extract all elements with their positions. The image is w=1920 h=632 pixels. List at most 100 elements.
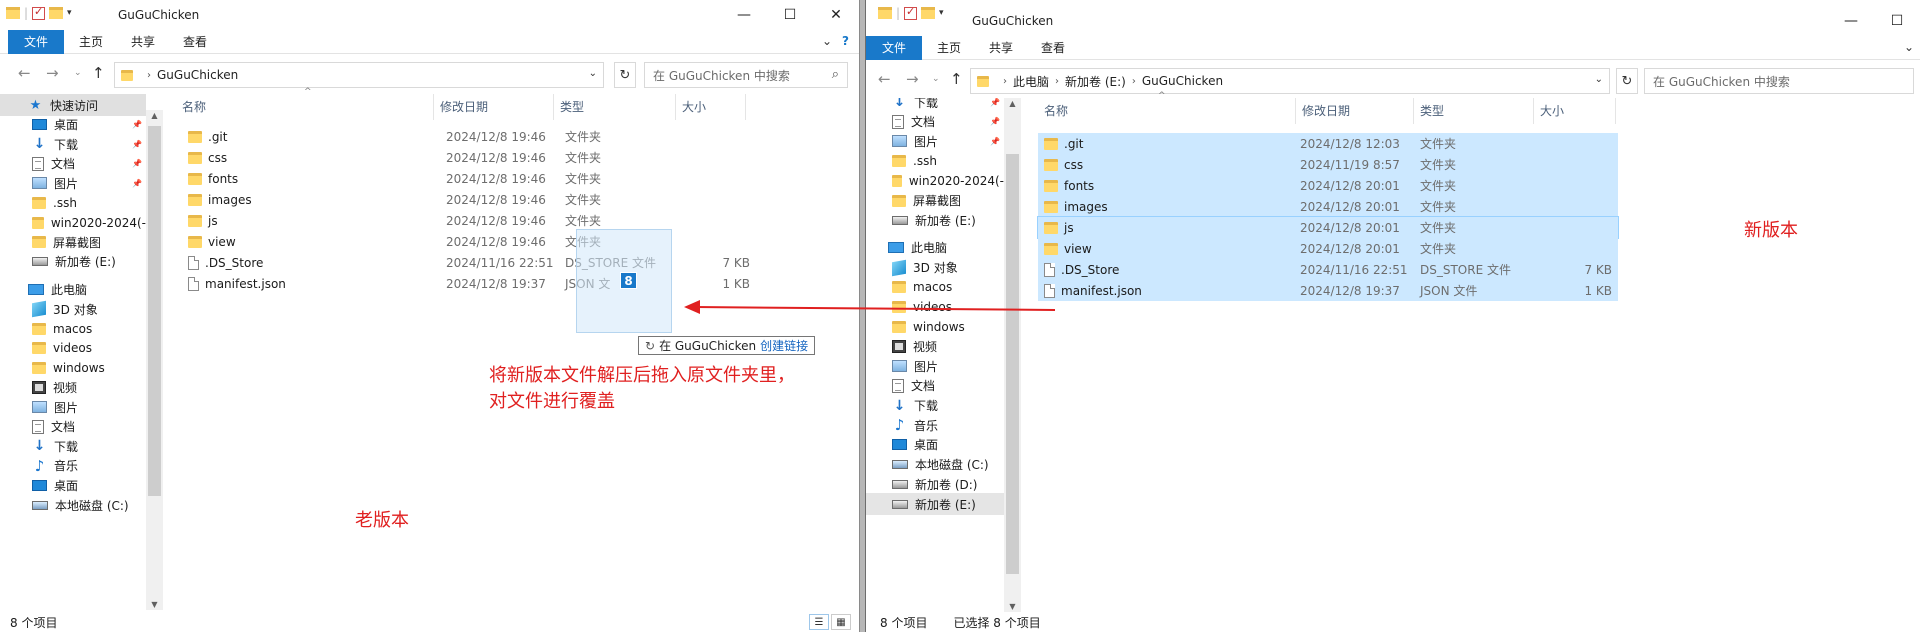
column-size[interactable]: 大小 xyxy=(676,94,746,120)
file-row[interactable]: view 2024/12/8 20:01 文件夹 xyxy=(1038,238,1618,259)
breadcrumb-item[interactable]: GuGuChicken xyxy=(1142,74,1223,88)
expand-ribbon-icon[interactable]: ⌄ xyxy=(1904,40,1914,54)
back-icon[interactable]: ← xyxy=(18,64,31,82)
minimize-button[interactable]: — xyxy=(1828,6,1874,36)
tab-home[interactable]: 主页 xyxy=(934,36,964,60)
sidebar-item[interactable]: macos xyxy=(866,276,1004,298)
sidebar-item[interactable]: 文档 xyxy=(866,375,1004,397)
sidebar-item[interactable]: win2020-2024(- xyxy=(866,170,1004,192)
sidebar-item[interactable]: 新加卷 (D:) xyxy=(866,473,1004,495)
sidebar-item-label: 桌面 xyxy=(54,118,79,133)
search-input[interactable]: 在 GuGuChicken 中搜索 ⌕ xyxy=(644,62,848,88)
column-name[interactable]: 名称 xyxy=(176,94,434,120)
sidebar-item[interactable]: 桌面 xyxy=(866,434,1004,456)
sidebar-item[interactable]: 3D 对象 xyxy=(866,257,1004,279)
new-folder-icon[interactable] xyxy=(49,7,64,19)
maximize-button[interactable]: ☐ xyxy=(1874,6,1920,36)
file-row[interactable]: .git 2024/12/8 12:03 文件夹 xyxy=(1038,133,1618,154)
link-icon: ↻ xyxy=(645,338,656,353)
sidebar-item[interactable]: .ssh xyxy=(866,150,1004,172)
document-icon xyxy=(892,378,904,393)
customize-toolbar-icon[interactable]: ▾ xyxy=(939,8,944,18)
sidebar-scrollbar[interactable]: ▲ ▼ xyxy=(146,110,163,610)
file-row[interactable]: css 2024/12/8 19:46 文件夹 xyxy=(182,147,822,168)
up-icon[interactable]: ↑ xyxy=(92,64,105,82)
recent-locations-icon[interactable]: ⌄ xyxy=(74,68,82,78)
column-date[interactable]: 修改日期 xyxy=(434,94,554,120)
sidebar-item[interactable]: windows xyxy=(866,316,1004,338)
column-type[interactable]: 类型 xyxy=(554,94,676,120)
tab-file[interactable]: 文件 xyxy=(8,30,64,54)
properties-icon[interactable] xyxy=(904,5,918,20)
forward-icon[interactable]: → xyxy=(906,70,919,88)
folder-icon[interactable] xyxy=(6,7,20,19)
recent-locations-icon[interactable]: ⌄ xyxy=(932,74,940,84)
sidebar-item[interactable]: ♪ 音乐 xyxy=(866,414,1004,436)
sidebar-item[interactable]: 文档 📌 xyxy=(866,111,1004,133)
forward-icon[interactable]: → xyxy=(46,64,59,82)
file-row[interactable]: fonts 2024/12/8 20:01 文件夹 xyxy=(1038,175,1618,196)
folder-icon[interactable] xyxy=(878,7,892,19)
folder-icon xyxy=(1044,242,1058,255)
tab-share[interactable]: 共享 xyxy=(128,30,158,54)
refresh-button[interactable]: ↻ xyxy=(614,62,636,88)
properties-icon[interactable] xyxy=(32,5,46,20)
file-row[interactable]: images 2024/12/8 20:01 文件夹 xyxy=(1038,196,1618,217)
column-type[interactable]: 类型 xyxy=(1414,98,1534,124)
refresh-button[interactable]: ↻ xyxy=(1616,68,1638,94)
up-icon[interactable]: ↑ xyxy=(950,70,963,88)
address-bar[interactable]: › 此电脑 › 新加卷 (E:) › GuGuChicken ⌄ xyxy=(970,68,1610,94)
file-row[interactable]: view2024/12/8 19:46文件夹 xyxy=(182,231,822,252)
column-date[interactable]: 修改日期 xyxy=(1296,98,1414,124)
address-dropdown-icon[interactable]: ⌄ xyxy=(1595,74,1603,85)
breadcrumb-item[interactable]: 此电脑 xyxy=(1013,73,1049,90)
expand-ribbon-icon[interactable]: ⌄ xyxy=(822,34,832,48)
sidebar-scrollbar[interactable]: ▲ ▼ xyxy=(1004,98,1021,612)
file-type: 文件夹 xyxy=(1420,200,1457,214)
file-row[interactable]: manifest.json2024/12/8 19:37JSON 文1 KB xyxy=(182,273,822,294)
details-view-icon[interactable]: ☰ xyxy=(809,614,829,630)
sidebar-item[interactable]: 本地磁盘 (C:) xyxy=(0,494,146,516)
sidebar-item[interactable]: ↓ 下载 xyxy=(866,395,1004,417)
address-dropdown-icon[interactable]: ⌄ xyxy=(589,68,597,79)
back-icon[interactable]: ← xyxy=(878,70,891,88)
new-folder-icon[interactable] xyxy=(921,7,936,19)
file-row[interactable]: fonts 2024/12/8 19:46 文件夹 xyxy=(182,168,822,189)
file-row[interactable]: manifest.json 2024/12/8 19:37 JSON 文件 1 KB xyxy=(1038,280,1618,301)
column-name[interactable]: 名称 xyxy=(1038,98,1296,124)
tab-home[interactable]: 主页 xyxy=(76,30,106,54)
sidebar-item[interactable]: 新加卷 (E:) xyxy=(866,209,1004,231)
maximize-button[interactable]: ☐ xyxy=(767,0,813,30)
sidebar-item[interactable]: 视频 xyxy=(866,335,1004,357)
sidebar-item[interactable]: 此电脑 xyxy=(866,237,1004,259)
sidebar-item[interactable]: 新加卷 (E:) xyxy=(0,251,146,273)
tab-view[interactable]: 查看 xyxy=(180,30,210,54)
file-row[interactable]: .DS_Store2024/11/16 22:51DS_STORE 文件7 KB xyxy=(182,252,822,273)
tab-share[interactable]: 共享 xyxy=(986,36,1016,60)
file-row[interactable]: js 2024/12/8 20:01 文件夹 xyxy=(1037,216,1619,239)
column-size[interactable]: 大小 xyxy=(1534,98,1616,124)
sidebar-item[interactable]: 图片 xyxy=(866,355,1004,377)
file-row[interactable]: .git 2024/12/8 19:46 文件夹 xyxy=(182,126,822,147)
breadcrumb-item[interactable]: 新加卷 (E:) xyxy=(1065,73,1126,90)
sidebar-item[interactable]: videos xyxy=(866,296,1004,318)
sidebar-item[interactable]: 图片 📌 xyxy=(866,130,1004,152)
file-row[interactable]: images 2024/12/8 19:46 文件夹 xyxy=(182,189,822,210)
file-row[interactable]: js 2024/12/8 19:46 文件夹 xyxy=(182,210,822,231)
address-bar[interactable]: › GuGuChicken ⌄ xyxy=(114,62,604,88)
sidebar-item[interactable]: 本地磁盘 (C:) xyxy=(866,454,1004,476)
breadcrumb-item[interactable]: GuGuChicken xyxy=(157,68,238,82)
file-row[interactable]: .DS_Store2024/11/16 22:51DS_STORE 文件7 KB xyxy=(1038,259,1618,280)
help-icon[interactable]: ? xyxy=(842,34,849,48)
customize-toolbar-icon[interactable]: ▾ xyxy=(67,8,72,18)
sidebar-item[interactable]: 新加卷 (E:) xyxy=(866,493,1004,515)
search-input[interactable]: 在 GuGuChicken 中搜索 xyxy=(1644,68,1914,94)
tab-view[interactable]: 查看 xyxy=(1038,36,1068,60)
tab-file[interactable]: 文件 xyxy=(866,36,922,60)
large-icons-view-icon[interactable]: ▦ xyxy=(831,614,851,630)
sidebar-item[interactable]: 屏幕截图 xyxy=(866,190,1004,212)
close-button[interactable]: ✕ xyxy=(813,0,859,30)
file-row[interactable]: css 2024/11/19 8:57 文件夹 xyxy=(1038,154,1618,175)
minimize-button[interactable]: — xyxy=(721,0,767,30)
folder-icon xyxy=(188,214,202,227)
